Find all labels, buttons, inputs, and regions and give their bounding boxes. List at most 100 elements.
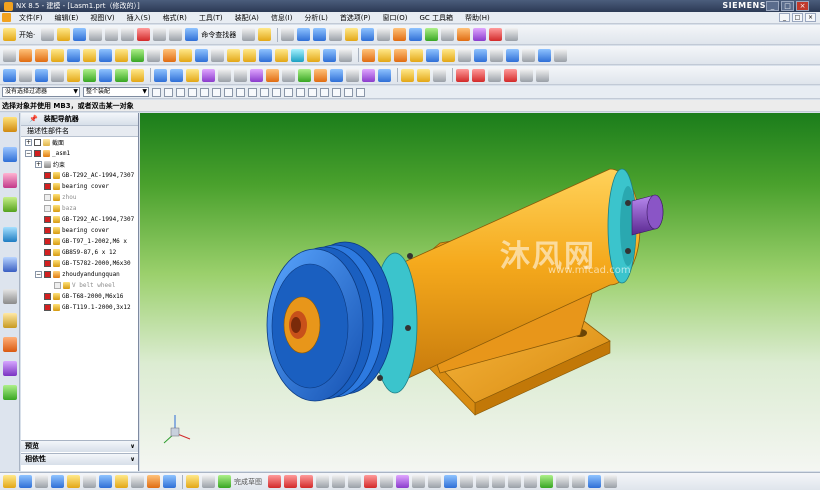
pin-icon[interactable]: 📌 xyxy=(29,115,38,123)
line-tool-icon[interactable] xyxy=(284,475,297,488)
open-file-icon[interactable] xyxy=(57,28,71,41)
chamfer-icon[interactable] xyxy=(195,48,208,62)
trim-curve-icon[interactable] xyxy=(346,68,359,82)
selection-scope-dropdown[interactable]: 整个装配 ▼ xyxy=(83,87,149,97)
tree-row[interactable]: GB859-87,6 x 12 xyxy=(21,247,138,258)
visibility-checkbox[interactable] xyxy=(44,238,51,245)
rectangle-sketch-icon[interactable] xyxy=(504,68,517,82)
close-button[interactable]: × xyxy=(796,1,809,11)
visibility-checkbox[interactable] xyxy=(44,249,51,256)
tree-row[interactable]: bearing cover xyxy=(21,225,138,236)
extension-icon[interactable] xyxy=(99,68,112,82)
cylinder-icon[interactable] xyxy=(83,48,96,62)
start-icon[interactable] xyxy=(3,28,16,41)
offset-surface-icon[interactable] xyxy=(115,68,128,82)
deselect-icon[interactable] xyxy=(188,87,197,97)
wireframe-icon[interactable] xyxy=(83,475,96,488)
circle-tool-icon[interactable] xyxy=(316,475,329,488)
visibility-checkbox[interactable] xyxy=(34,139,41,146)
doc-minimize-button[interactable]: _ xyxy=(779,13,790,22)
conic-tool-icon[interactable] xyxy=(428,475,441,488)
point-icon[interactable] xyxy=(282,68,295,82)
visibility-checkbox[interactable] xyxy=(44,293,51,300)
command-finder-icon[interactable] xyxy=(185,28,199,41)
bridge-curve-icon[interactable] xyxy=(218,68,231,82)
expand-toggle[interactable]: − xyxy=(25,150,32,157)
datum-plane-icon[interactable] xyxy=(67,48,80,62)
layer-icon[interactable] xyxy=(345,28,359,41)
window-icon[interactable] xyxy=(242,28,256,41)
command-finder-label[interactable]: 命令查找器 xyxy=(201,30,236,40)
block-icon[interactable] xyxy=(51,48,64,62)
menu-window[interactable]: 窗口(O) xyxy=(377,13,414,23)
expand-toggle[interactable]: − xyxy=(35,271,42,278)
convert-reference-icon[interactable] xyxy=(604,475,617,488)
tree-row[interactable]: zhou xyxy=(21,192,138,203)
visibility-checkbox[interactable] xyxy=(44,205,51,212)
expand-toggle[interactable]: + xyxy=(35,161,42,168)
tree-row[interactable]: + 截面 xyxy=(21,137,138,148)
menu-assemblies[interactable]: 装配(A) xyxy=(229,13,265,23)
rectangle-tool-icon[interactable] xyxy=(364,475,377,488)
new-component-icon[interactable] xyxy=(378,48,391,62)
point-on-face-snap-icon[interactable] xyxy=(344,87,353,97)
cover-bolt[interactable] xyxy=(625,248,631,254)
snap-point-icon[interactable] xyxy=(164,87,173,97)
save-icon[interactable] xyxy=(73,28,87,41)
preview-section-header[interactable]: 预览 ∨ xyxy=(21,440,138,452)
cut-icon[interactable] xyxy=(89,28,103,41)
model-icon[interactable] xyxy=(393,28,407,41)
face-rule-icon[interactable] xyxy=(212,87,221,97)
project-curve-icon[interactable] xyxy=(186,68,199,82)
tree-row[interactable]: GB-T68-2000,M6x16 xyxy=(21,291,138,302)
sketch-icon[interactable] xyxy=(409,28,423,41)
menu-preferences[interactable]: 首选项(P) xyxy=(334,13,377,23)
thicken-icon[interactable] xyxy=(339,48,352,62)
edge-blend-icon[interactable] xyxy=(179,48,192,62)
render-style-icon[interactable] xyxy=(313,28,327,41)
constraint-icon[interactable] xyxy=(556,475,569,488)
endpoint-snap-icon[interactable] xyxy=(248,87,257,97)
analysis-icon[interactable] xyxy=(473,28,487,41)
copy-icon[interactable] xyxy=(105,28,119,41)
flange-icon[interactable] xyxy=(417,68,430,82)
sheet-metal-icon[interactable] xyxy=(401,68,414,82)
helix-icon[interactable] xyxy=(250,68,263,82)
hole-icon[interactable] xyxy=(99,48,112,62)
feature-filter-icon[interactable] xyxy=(236,87,245,97)
extend-tool-icon[interactable] xyxy=(508,475,521,488)
smooth-curve-icon[interactable] xyxy=(378,68,391,82)
studio-icon[interactable] xyxy=(115,475,128,488)
view-fit-icon[interactable] xyxy=(19,475,32,488)
menu-edit[interactable]: 编辑(E) xyxy=(49,13,85,23)
edit-object-icon[interactable] xyxy=(425,28,439,41)
chamfer-tool-icon[interactable] xyxy=(348,475,361,488)
profile-icon[interactable] xyxy=(268,475,281,488)
unite-icon[interactable] xyxy=(131,48,144,62)
line-icon[interactable] xyxy=(505,28,519,41)
new-file-icon[interactable] xyxy=(41,28,55,41)
tree-row[interactable]: − zhoudyandungquan xyxy=(21,269,138,280)
add-component-icon[interactable] xyxy=(362,48,375,62)
sketch-task-icon[interactable] xyxy=(186,475,199,488)
replace-component-icon[interactable] xyxy=(554,48,567,62)
visibility-checkbox[interactable] xyxy=(34,150,41,157)
select-icon[interactable] xyxy=(3,48,16,62)
menu-file[interactable]: 文件(F) xyxy=(13,13,49,23)
curve-rule-icon[interactable] xyxy=(200,87,209,97)
polygon-sketch-icon[interactable] xyxy=(520,68,533,82)
minimize-button[interactable]: _ xyxy=(766,1,779,11)
fillet-tool-icon[interactable] xyxy=(332,475,345,488)
zoom-icon[interactable] xyxy=(297,28,311,41)
revolve-icon[interactable] xyxy=(35,48,48,62)
sequence-icon[interactable] xyxy=(506,48,519,62)
cover-bolt[interactable] xyxy=(625,200,631,206)
system-materials-tab-icon[interactable] xyxy=(3,313,17,328)
sew-icon[interactable] xyxy=(323,48,336,62)
part-navigator-tab-icon[interactable] xyxy=(3,173,17,188)
dependencies-section-header[interactable]: 相依性 ∨ xyxy=(21,453,138,465)
polygon-tool-icon[interactable] xyxy=(380,475,393,488)
studio-surface-icon[interactable] xyxy=(67,68,80,82)
extrude-icon[interactable] xyxy=(19,48,32,62)
constraint-navigator-tab-icon[interactable] xyxy=(3,147,17,162)
